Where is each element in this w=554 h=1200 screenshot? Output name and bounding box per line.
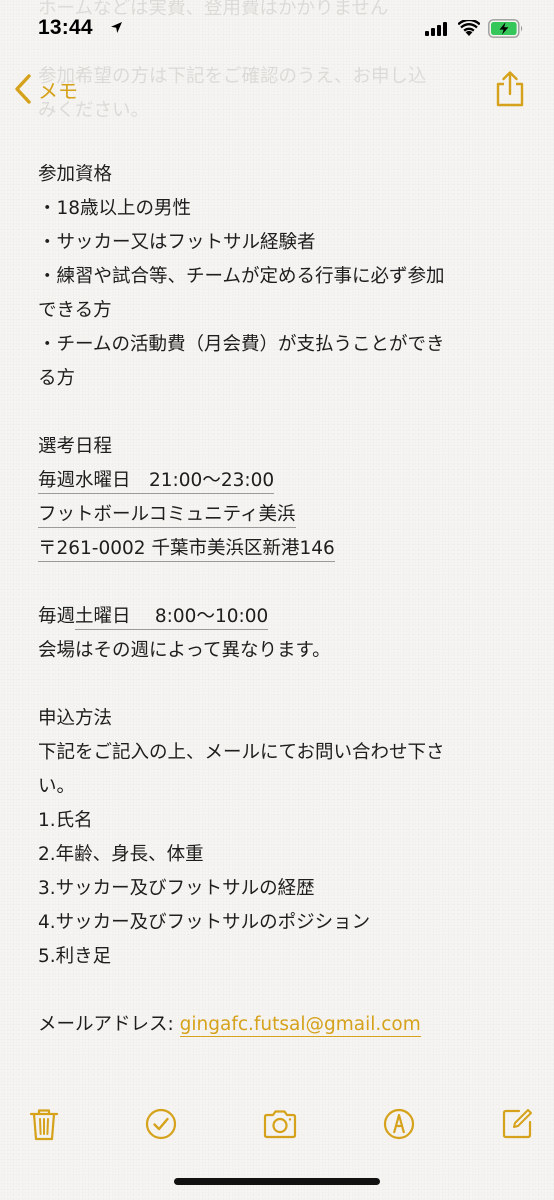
- share-icon: [496, 71, 524, 107]
- email-label: メールアドレス:: [38, 1014, 180, 1035]
- bottom-toolbar: [0, 1100, 554, 1150]
- navigation-bar: メモ: [0, 60, 554, 116]
- camera-button[interactable]: [262, 1106, 298, 1142]
- note-line: 毎週水曜日 21:00〜23:00: [38, 464, 528, 498]
- home-indicator[interactable]: [174, 1178, 380, 1185]
- note-line: ・チームの活動費（月会費）が支払うことができ: [38, 334, 445, 355]
- note-line: 2.年齢、身長、体重: [38, 844, 204, 865]
- trash-icon: [29, 1109, 59, 1141]
- markup-button[interactable]: [381, 1106, 417, 1142]
- camera-icon: [263, 1110, 297, 1139]
- wifi-icon: [458, 20, 480, 36]
- venue-link[interactable]: フットボールコミュニティ美浜: [38, 504, 296, 528]
- cellular-signal-icon: [425, 22, 447, 36]
- note-line: ・サッカー又はフットサル経験者: [38, 232, 316, 253]
- note-line: 1.氏名: [38, 810, 93, 831]
- note-line: ・18歳以上の男性: [38, 198, 192, 219]
- note-line: 申込方法: [38, 708, 113, 729]
- note-line: できる方: [38, 300, 112, 321]
- note-line: 5.利き足: [38, 946, 112, 967]
- chevron-left-icon: [15, 74, 31, 104]
- delete-button[interactable]: [26, 1106, 62, 1142]
- address-link[interactable]: 〒261-0002 千葉市美浜区新港146: [38, 538, 335, 562]
- note-line: 会場はその週によって異なります。: [38, 640, 331, 661]
- note-content[interactable]: 参加資格 ・18歳以上の男性 ・サッカー又はフットサル経験者 ・練習や試合等、チ…: [38, 158, 528, 1042]
- note-line: 3.サッカー及びフットサルの経歴: [38, 878, 315, 899]
- note-line: い。: [38, 776, 76, 797]
- location-arrow-icon: [111, 22, 122, 33]
- schedule-link[interactable]: 毎週水曜日 21:00〜23:00: [38, 470, 275, 494]
- compose-icon: [502, 1109, 532, 1139]
- note-line: フットボールコミュニティ美浜: [38, 498, 528, 532]
- note-line: 4.サッカー及びフットサルのポジション: [38, 912, 371, 933]
- battery-charging-icon: [488, 19, 523, 38]
- note-line: 下記をご記入の上、メールにてお問い合わせ下さ: [38, 742, 445, 763]
- note-line: ・練習や試合等、チームが定める行事に必ず参加: [38, 266, 445, 287]
- note-line: 選考日程: [38, 436, 113, 457]
- note-line: 毎週土曜日 8:00〜10:00: [38, 600, 528, 634]
- schedule-prefix: 毎週: [38, 606, 76, 627]
- compose-button[interactable]: [499, 1106, 535, 1142]
- note-line: メールアドレス: gingafc.futsal@gmail.com: [38, 1008, 528, 1042]
- checklist-icon: [145, 1108, 177, 1140]
- share-button[interactable]: [494, 70, 526, 108]
- back-button[interactable]: メモ: [12, 72, 78, 106]
- scrolled-text-line: ホームなどは実費、登用費はかかりません: [38, 0, 389, 19]
- back-button-label: メモ: [38, 78, 78, 103]
- note-line: 〒261-0002 千葉市美浜区新港146: [38, 532, 528, 566]
- checklist-button[interactable]: [143, 1106, 179, 1142]
- note-line: 参加資格: [38, 164, 113, 185]
- email-link[interactable]: gingafc.futsal@gmail.com: [179, 1014, 421, 1037]
- note-line: る方: [38, 368, 76, 389]
- markup-pen-icon: [383, 1108, 415, 1140]
- saturday-schedule-link[interactable]: 土曜日 8:00〜10:00: [75, 606, 269, 630]
